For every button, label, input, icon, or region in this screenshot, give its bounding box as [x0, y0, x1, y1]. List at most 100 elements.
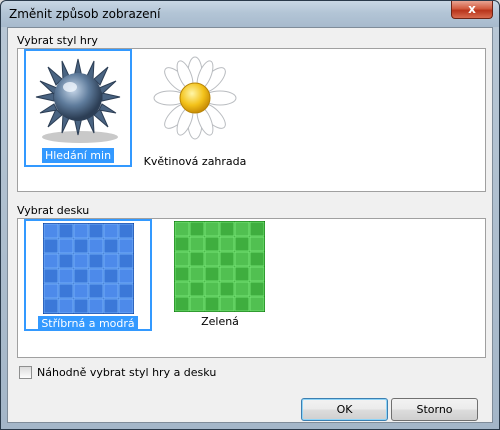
- game-style-option-flower-garden[interactable]: Květinová zahrada: [136, 51, 254, 168]
- board-cell: [43, 283, 59, 299]
- board-option-green[interactable]: Zelená: [172, 221, 268, 331]
- window-title: Změnit způsob zobrazení: [9, 7, 161, 21]
- board-cell: [58, 298, 74, 314]
- board-cell: [43, 298, 59, 314]
- board-cell: [103, 238, 119, 254]
- board-panel: Stříbrná a modrá Zelená: [17, 218, 486, 358]
- dialog-window: Změnit způsob zobrazení x Vybrat styl hr…: [0, 0, 500, 430]
- board-cell: [88, 283, 104, 299]
- board-cell: [174, 281, 190, 297]
- board-cell: [118, 238, 134, 254]
- board-cell: [103, 298, 119, 314]
- green-label: Zelená: [201, 315, 239, 328]
- board-cell: [43, 238, 59, 254]
- board-cell: [189, 281, 205, 297]
- board-cell: [58, 238, 74, 254]
- board-cell: [118, 298, 134, 314]
- board-cell: [249, 281, 265, 297]
- cancel-button[interactable]: Storno: [391, 398, 478, 421]
- minesweeper-label: Hledání min: [41, 148, 115, 163]
- board-cell: [118, 223, 134, 239]
- title-bar[interactable]: Změnit způsob zobrazení x: [1, 1, 499, 27]
- board-cell: [174, 296, 190, 312]
- blue-board-icon: [43, 223, 134, 314]
- board-cell: [174, 221, 190, 237]
- board-cell: [73, 253, 89, 269]
- silver-blue-caption: Stříbrná a modrá: [26, 316, 150, 331]
- board-label: Vybrat desku: [17, 204, 90, 217]
- board-cell: [103, 268, 119, 284]
- board-cell: [58, 223, 74, 239]
- dialog-client-area: Vybrat styl hry Hledání min Květinová za…: [7, 27, 493, 423]
- board-cell: [118, 253, 134, 269]
- daisy-flower-icon: [153, 56, 237, 140]
- board-cell: [204, 251, 220, 267]
- board-cell: [249, 236, 265, 252]
- board-cell: [234, 221, 250, 237]
- board-option-silver-blue[interactable]: Stříbrná a modrá: [24, 219, 152, 331]
- game-style-label: Vybrat styl hry: [17, 34, 98, 47]
- board-cell: [88, 223, 104, 239]
- board-cell: [219, 236, 235, 252]
- board-cell: [73, 268, 89, 284]
- board-cell: [249, 251, 265, 267]
- board-cell: [118, 283, 134, 299]
- board-cell: [189, 221, 205, 237]
- board-cell: [174, 236, 190, 252]
- board-cell: [103, 253, 119, 269]
- board-cell: [234, 281, 250, 297]
- board-cell: [73, 283, 89, 299]
- game-style-panel: Hledání min Květinová zahrada: [17, 48, 486, 192]
- board-cell: [88, 253, 104, 269]
- board-cell: [234, 266, 250, 282]
- board-cell: [88, 238, 104, 254]
- game-style-option-minesweeper[interactable]: Hledání min: [24, 49, 132, 167]
- board-cell: [174, 251, 190, 267]
- board-cell: [73, 238, 89, 254]
- board-cell: [204, 296, 220, 312]
- board-cell: [189, 236, 205, 252]
- close-button[interactable]: x: [451, 1, 493, 19]
- board-cell: [88, 298, 104, 314]
- board-cell: [174, 266, 190, 282]
- board-cell: [43, 268, 59, 284]
- board-cell: [189, 266, 205, 282]
- board-cell: [58, 253, 74, 269]
- board-cell: [249, 296, 265, 312]
- random-style-checkbox[interactable]: [19, 366, 32, 379]
- board-cell: [204, 266, 220, 282]
- board-cell: [73, 223, 89, 239]
- board-cell: [73, 298, 89, 314]
- board-cell: [204, 236, 220, 252]
- board-cell: [219, 221, 235, 237]
- board-cell: [234, 251, 250, 267]
- board-cell: [249, 266, 265, 282]
- board-cell: [43, 223, 59, 239]
- green-caption: Zelená: [172, 315, 268, 328]
- board-cell: [88, 268, 104, 284]
- board-cell: [189, 251, 205, 267]
- flower-garden-label: Květinová zahrada: [143, 155, 247, 168]
- board-cell: [204, 221, 220, 237]
- green-board-icon: [174, 221, 265, 312]
- random-style-checkbox-label[interactable]: Náhodně vybrat styl hry a desku: [37, 366, 216, 379]
- board-cell: [103, 223, 119, 239]
- silver-blue-label: Stříbrná a modrá: [38, 316, 138, 331]
- board-cell: [43, 253, 59, 269]
- board-cell: [189, 296, 205, 312]
- board-cell: [234, 236, 250, 252]
- ok-button[interactable]: OK: [301, 398, 388, 421]
- board-cell: [58, 268, 74, 284]
- board-cell: [234, 296, 250, 312]
- random-style-checkbox-row[interactable]: Náhodně vybrat styl hry a desku: [19, 366, 216, 379]
- mine-icon: [35, 58, 121, 143]
- board-cell: [219, 266, 235, 282]
- board-cell: [219, 281, 235, 297]
- board-cell: [204, 281, 220, 297]
- minesweeper-caption: Hledání min: [26, 148, 130, 163]
- board-cell: [219, 251, 235, 267]
- board-cell: [118, 268, 134, 284]
- board-cell: [219, 296, 235, 312]
- board-cell: [249, 221, 265, 237]
- board-cell: [103, 283, 119, 299]
